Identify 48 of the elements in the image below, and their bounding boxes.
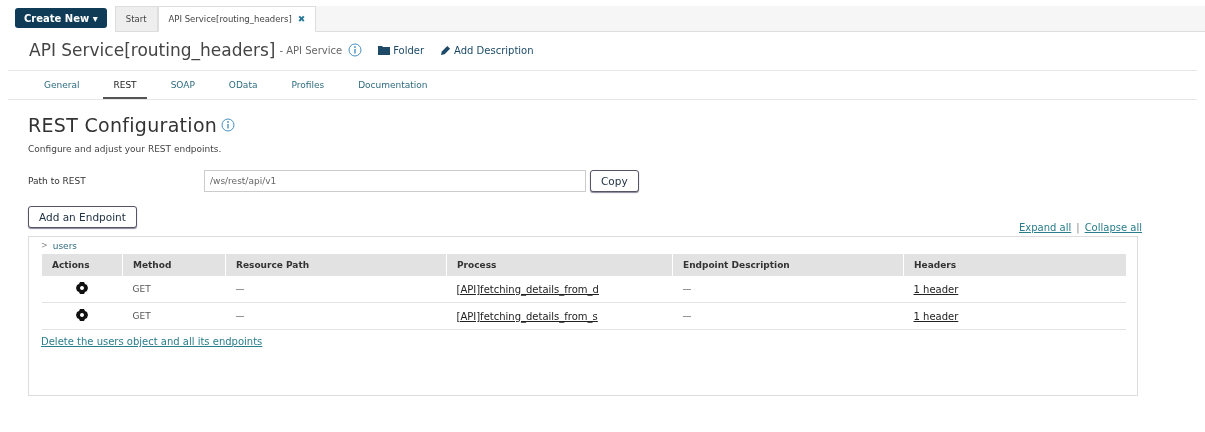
path-field[interactable]: /ws/rest/api/v1 [204,170,586,192]
table-cell: — [682,284,692,294]
copy-button[interactable]: Copy [590,170,639,192]
column-header: Headers [903,254,1126,276]
folder-link[interactable]: Folder [378,44,425,56]
headers-link[interactable]: 1 header [913,283,959,295]
column-header: Actions [41,254,123,276]
column-header: Process [446,254,673,276]
process-link[interactable]: [API]fetching_details_from_d [456,283,599,295]
document-tab[interactable]: Start [114,6,158,32]
document-tab[interactable]: API Service[routing_headers] ✖ [157,6,317,32]
pencil-icon [440,44,452,56]
object-name[interactable]: users [52,241,78,251]
close-icon[interactable]: ✖ [297,14,306,24]
add-description-link[interactable]: Add Description [440,44,534,56]
field-label: Path to REST [28,176,87,186]
delete-object-link[interactable]: Delete the users object and all its endpoints [41,336,263,347]
info-icon[interactable] [348,43,363,57]
folder-icon [378,45,391,55]
section-tab[interactable]: SOAP [160,77,205,99]
column-header: Endpoint Description [672,254,904,276]
section-description: Configure and adjust your REST endpoints. [28,144,223,154]
info-icon[interactable] [221,118,236,132]
section-tab[interactable]: General [34,77,90,99]
section-tab[interactable]: REST [103,77,147,99]
page-subtitle: - API Service [279,44,343,56]
collapse-all-link[interactable]: Collapse all [1084,222,1142,233]
table-cell: — [235,311,245,321]
gear-icon[interactable] [76,282,88,294]
page-title: API Service[routing_headers] [29,40,276,60]
table-cell: — [682,311,692,321]
section-tab[interactable]: Documentation [348,77,438,99]
process-link[interactable]: [API]fetching_details_from_s [456,310,598,322]
gear-icon[interactable] [76,309,88,321]
add-endpoint-button[interactable]: Add an Endpoint [28,206,137,228]
table-cell: — [235,284,245,294]
expand-toggle[interactable]: > [41,241,48,251]
headers-link[interactable]: 1 header [913,310,959,322]
table-cell: GET [132,284,151,294]
table-cell: GET [132,311,151,321]
section-tab[interactable]: OData [218,77,268,99]
section-tab[interactable]: Profiles [281,77,335,99]
create-new-button[interactable]: Create New ▾ [15,8,107,28]
separator: | [1076,222,1080,233]
section-heading: REST Configuration [28,114,218,136]
expand-all-link[interactable]: Expand all [1019,222,1072,233]
column-header: Method [122,254,226,276]
column-header: Resource Path [225,254,447,276]
